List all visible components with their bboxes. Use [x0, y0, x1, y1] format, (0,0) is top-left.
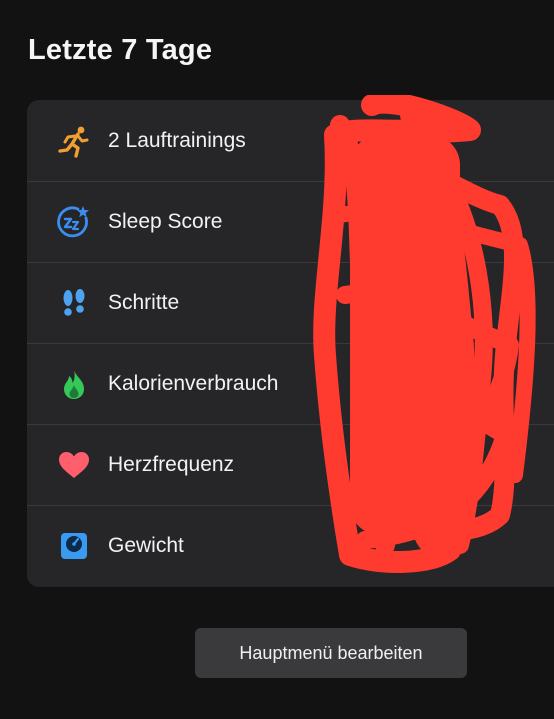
row-label: 2 Lauftrainings	[108, 128, 246, 152]
row-label: Herzfrequenz	[108, 452, 235, 476]
heart-icon	[55, 446, 93, 484]
footprints-icon	[55, 284, 93, 322]
running-icon	[55, 122, 93, 160]
scale-icon	[55, 527, 93, 565]
row-label: Gewicht	[108, 533, 184, 557]
edit-main-menu-button[interactable]: Hauptmenü bearbeiten	[195, 628, 467, 678]
sleep-icon	[55, 203, 93, 241]
redaction-scribble	[313, 95, 536, 573]
flame-icon	[55, 365, 93, 403]
row-label: Schritte	[108, 290, 180, 314]
row-label: Kalorienverbrauch	[108, 371, 279, 395]
row-label: Sleep Score	[108, 209, 223, 233]
page-title: Letzte 7 Tage	[28, 34, 213, 66]
